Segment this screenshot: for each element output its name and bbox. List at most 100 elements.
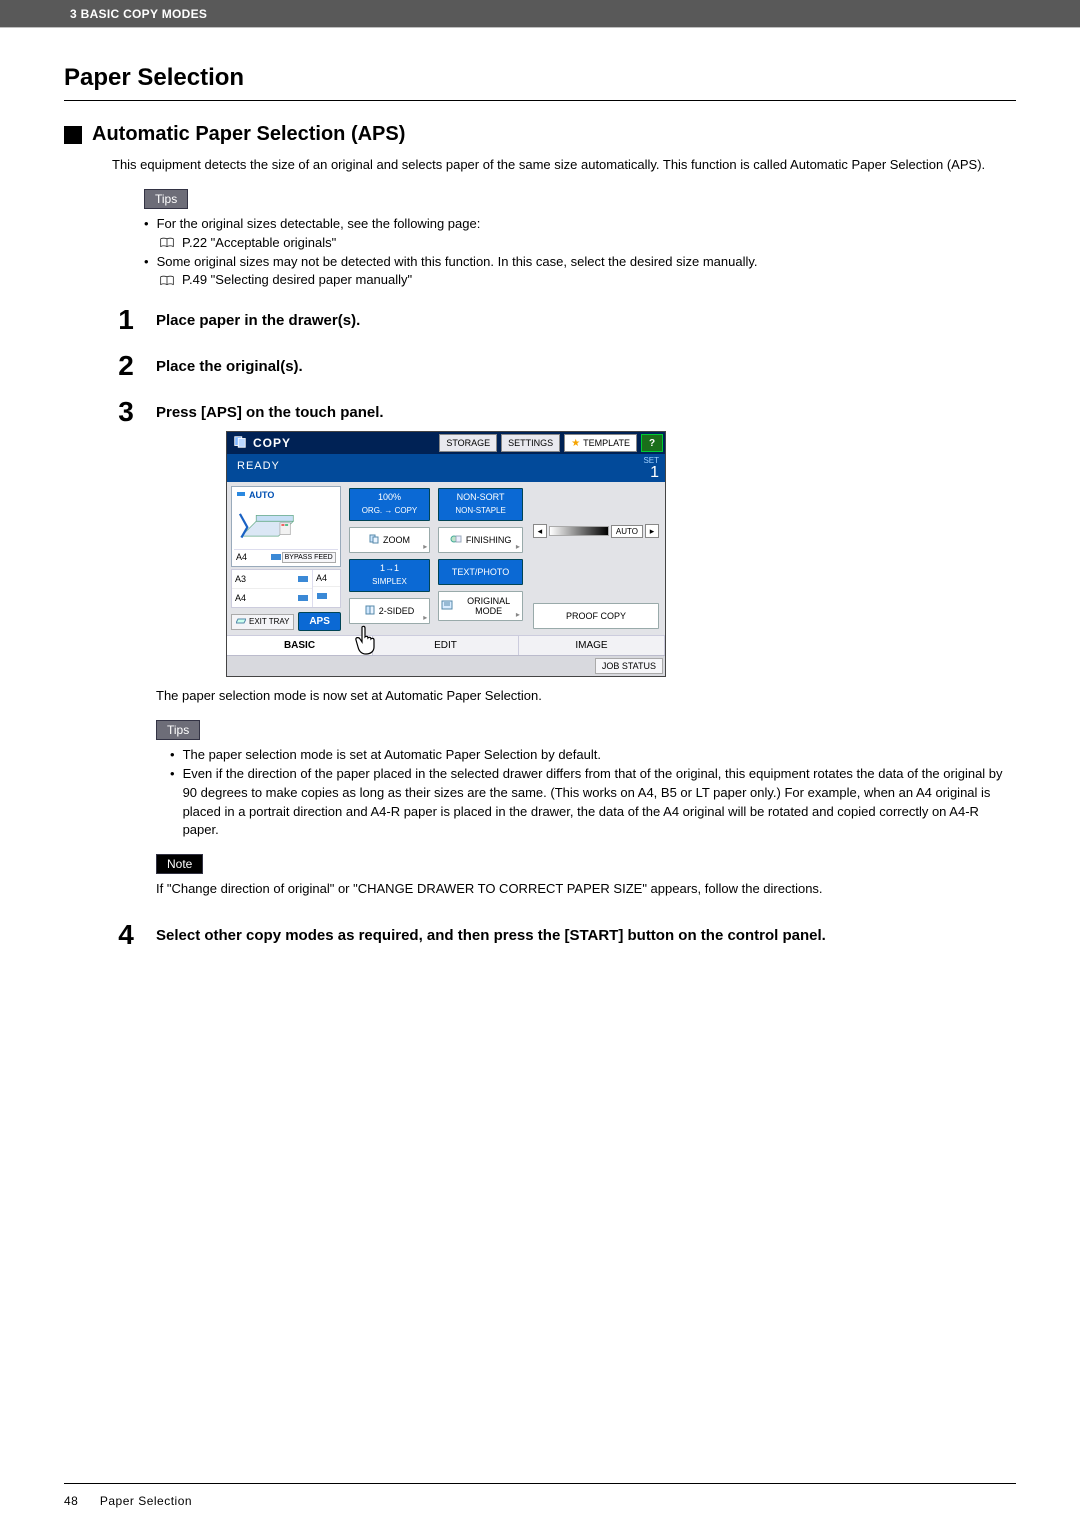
reference-text: P.22 "Acceptable originals": [182, 234, 336, 253]
tray-level-icon: [316, 590, 328, 602]
reference-line: P.22 "Acceptable originals": [160, 234, 1016, 253]
chapter-title: 3 BASIC COPY MODES: [70, 7, 207, 21]
two-sided-icon: [365, 605, 375, 617]
book-icon: [160, 271, 174, 290]
panel-title: COPY: [253, 436, 291, 450]
simplex-button[interactable]: 1→1 SIMPLEX: [349, 559, 431, 592]
density-auto-chip[interactable]: AUTO: [611, 525, 643, 538]
tray-row[interactable]: [313, 587, 340, 605]
settings-button[interactable]: SETTINGS: [501, 434, 560, 452]
paper-source-box: AUTO: [231, 486, 341, 567]
tray-level-icon: [297, 573, 309, 585]
step-number: 1: [112, 304, 140, 336]
bullet-dot-icon: •: [170, 765, 175, 840]
star-icon: ★: [571, 438, 580, 449]
status-bar: READY SET 1: [227, 454, 665, 482]
bullet-dot-icon: •: [170, 746, 175, 765]
chevron-right-icon: ▸: [423, 542, 427, 551]
page-title: Paper Selection: [64, 64, 1016, 92]
density-bar: [549, 526, 609, 536]
after-panel-text: The paper selection mode is now set at A…: [156, 687, 1016, 706]
text-photo-button[interactable]: TEXT/PHOTO: [438, 559, 523, 585]
tab-edit[interactable]: EDIT: [373, 636, 519, 655]
reference-text: P.49 "Selecting desired paper manually": [182, 271, 412, 290]
tray-row[interactable]: A4: [232, 589, 312, 607]
exit-tray-button[interactable]: EXIT TRAY: [231, 614, 294, 630]
exit-tray-label: EXIT TRAY: [249, 617, 289, 626]
tray-row[interactable]: A4 BYPASS FEED: [234, 549, 338, 564]
tray-level-icon: [297, 592, 309, 604]
section-heading: Automatic Paper Selection (APS): [92, 123, 405, 146]
auto-label: AUTO: [249, 490, 274, 500]
touch-panel: COPY STORAGE SETTINGS ★ TEMPLATE ?: [226, 431, 666, 677]
footer-title: Paper Selection: [100, 1494, 192, 1508]
density-control[interactable]: ◂ AUTO ▸: [533, 524, 659, 538]
two-sided-label: 2-SIDED: [379, 606, 415, 616]
step-number: 2: [112, 350, 140, 382]
set-counter: SET 1: [617, 454, 665, 482]
tip-item: • The paper selection mode is set at Aut…: [170, 746, 1016, 765]
tip-text: Some original sizes may not be detected …: [157, 253, 1016, 272]
simplex-top: 1→1: [380, 564, 399, 574]
step-title: Press [APS] on the touch panel.: [156, 398, 1016, 421]
original-mode-button[interactable]: ORIGINAL MODE ▸: [438, 591, 523, 621]
chevron-right-icon: ▸: [423, 613, 427, 622]
step-3: 3 Press [APS] on the touch panel. COPY: [112, 398, 1016, 899]
finishing-button[interactable]: FINISHING ▸: [438, 527, 523, 553]
step-4: 4 Select other copy modes as required, a…: [112, 921, 1016, 951]
step-1: 1 Place paper in the drawer(s).: [112, 306, 1016, 336]
tray-row[interactable]: A3: [232, 570, 312, 589]
lower-trays: A3 A4: [231, 569, 341, 608]
step-title: Place the original(s).: [156, 352, 1016, 375]
note-badge: Note: [156, 854, 203, 874]
tip-item: • Even if the direction of the paper pla…: [170, 765, 1016, 840]
tab-image[interactable]: IMAGE: [519, 636, 665, 655]
reference-line: P.49 "Selecting desired paper manually": [160, 271, 1016, 290]
original-mode-label: ORIGINAL MODE: [457, 596, 520, 616]
set-value: 1: [650, 465, 659, 481]
zoom-ratio-sub: ORG. → COPY: [362, 507, 418, 516]
density-lighter-button[interactable]: ◂: [533, 524, 547, 538]
storage-button[interactable]: STORAGE: [439, 434, 497, 452]
aps-button[interactable]: APS: [298, 612, 340, 631]
panel-tabs: BASIC EDIT IMAGE: [227, 635, 665, 655]
tip-item: • For the original sizes detectable, see…: [144, 215, 1016, 234]
footer-rule: [64, 1483, 1016, 1484]
square-bullet-icon: [64, 126, 82, 144]
exit-tray-icon: [236, 617, 246, 627]
density-darker-button[interactable]: ▸: [645, 524, 659, 538]
sort-staple-button[interactable]: NON-SORT NON-STAPLE: [438, 488, 523, 521]
zoom-ratio-value: 100%: [378, 493, 401, 503]
help-button[interactable]: ?: [641, 434, 663, 452]
panel-main: AUTO: [227, 482, 665, 635]
bullet-dot-icon: •: [144, 215, 149, 234]
chevron-right-icon: ▸: [516, 542, 520, 551]
zoom-button[interactable]: ZOOM ▸: [349, 527, 431, 553]
template-button[interactable]: ★ TEMPLATE: [564, 434, 637, 452]
tips-badge: Tips: [144, 189, 188, 209]
original-mode-icon: [441, 600, 453, 612]
tray-row[interactable]: A4: [313, 570, 340, 587]
step-number: 3: [112, 396, 140, 428]
bypass-feed-button[interactable]: BYPASS FEED: [282, 552, 336, 563]
proof-copy-button[interactable]: PROOF COPY: [533, 603, 659, 629]
tip-text: For the original sizes detectable, see t…: [157, 215, 1016, 234]
panel-statusbar: JOB STATUS: [227, 655, 665, 676]
template-label: TEMPLATE: [583, 438, 630, 448]
auto-header: AUTO: [234, 489, 338, 501]
tray-level-icon: [270, 551, 282, 563]
tab-basic[interactable]: BASIC: [227, 636, 373, 655]
finishing-icon: [450, 534, 462, 546]
zoom-icon: [369, 534, 379, 546]
tray-size: A3: [235, 574, 246, 584]
tray-size: A4: [316, 573, 327, 583]
two-sided-button[interactable]: 2-SIDED ▸: [349, 598, 431, 624]
footer: 48 Paper Selection: [64, 1494, 192, 1508]
scanner-icon: [236, 489, 246, 501]
job-status-button[interactable]: JOB STATUS: [595, 658, 663, 674]
step-title: Place paper in the drawer(s).: [156, 306, 1016, 329]
nonsort-sub: NON-STAPLE: [455, 507, 506, 516]
book-icon: [160, 234, 174, 253]
zoom-label: ZOOM: [383, 535, 410, 545]
zoom-ratio-button[interactable]: 100% ORG. → COPY: [349, 488, 431, 521]
